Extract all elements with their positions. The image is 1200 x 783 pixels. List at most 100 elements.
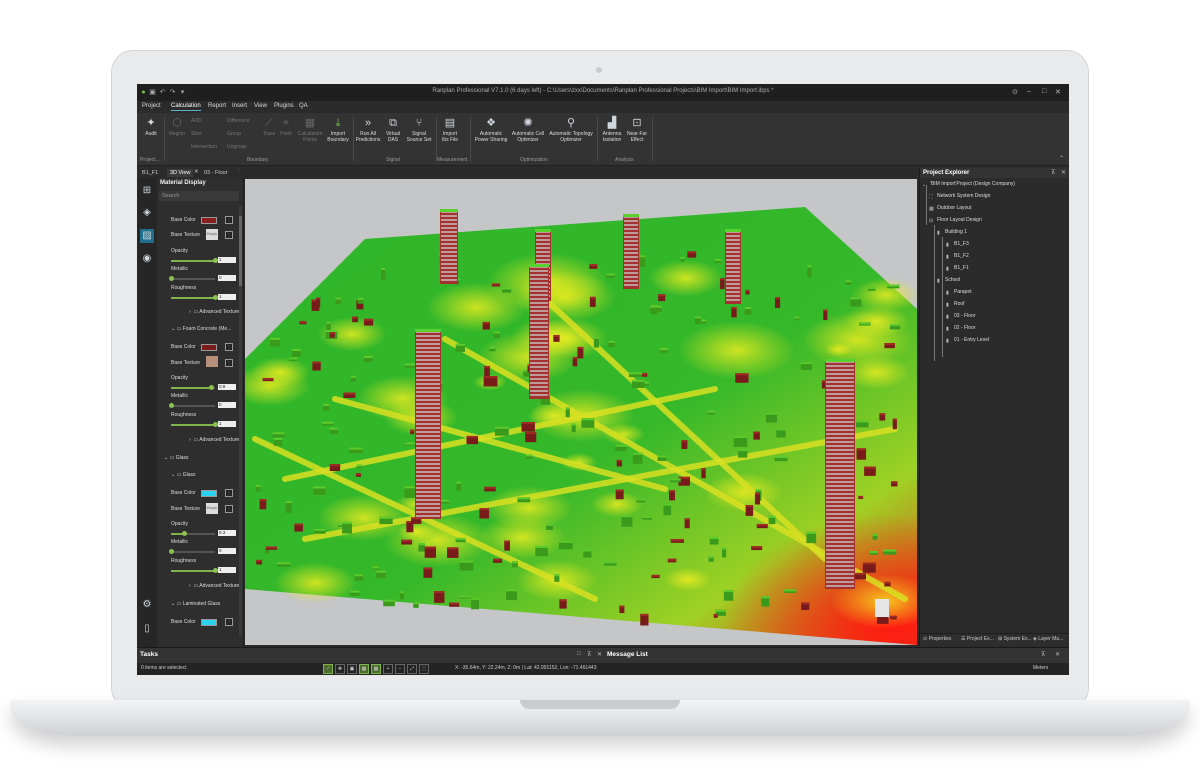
maximize-button[interactable]: □	[1042, 88, 1046, 95]
material-folder-glass-item[interactable]: ⌄ ▭ Glass	[171, 472, 195, 478]
tree-node-network[interactable]: ⛶ Network System Design	[929, 193, 990, 200]
virtual-das-button[interactable]: ⧉ Virtual DAS	[383, 117, 403, 143]
pin-icon[interactable]: ⊼	[1051, 169, 1055, 176]
base-texture-thumbnail[interactable]: Empty	[206, 503, 218, 514]
metallic-value[interactable]: 0	[218, 548, 236, 554]
roughness-value[interactable]: 1	[218, 421, 236, 427]
slider-knob[interactable]	[208, 385, 214, 390]
tasks-pin-icon[interactable]: ⊼	[587, 651, 591, 658]
tab-project-explorer[interactable]: ☰ Project Ex...	[961, 636, 994, 642]
base-texture-thumbnail[interactable]	[206, 356, 218, 367]
tree-node-floor-layout[interactable]: ⊟ Floor Layout Design	[929, 217, 982, 224]
material-search-input[interactable]: Search	[159, 191, 239, 201]
help-icon[interactable]: ⊙	[1012, 88, 1018, 96]
slider-knob[interactable]	[169, 276, 174, 281]
scroll-thumb[interactable]	[239, 216, 242, 286]
material-folder-laminated-glass[interactable]: ⌄ ▭ Laminated Glass	[171, 601, 220, 607]
slider-knob[interactable]	[182, 531, 188, 536]
metallic-value[interactable]: 0	[218, 402, 236, 408]
tab-properties[interactable]: ⊙ Properties	[923, 636, 951, 642]
menu-report[interactable]: Report	[208, 103, 226, 109]
audit-button[interactable]: ✦ Audit	[141, 117, 161, 137]
document-icon[interactable]: ▯	[140, 622, 154, 636]
base-color-swatch[interactable]	[201, 490, 217, 497]
ortho-icon[interactable]: ▩	[371, 664, 381, 674]
units-indicator[interactable]: Meters	[1033, 665, 1048, 671]
opacity-slider[interactable]	[171, 258, 218, 263]
color-picker-icon[interactable]: ⋮	[225, 618, 233, 626]
material-display-icon[interactable]: ▨	[140, 229, 154, 243]
panel-scrollbar[interactable]	[239, 206, 242, 636]
settings-gear-icon[interactable]: ⚙	[140, 598, 154, 612]
difference-button[interactable]: Difference	[227, 118, 257, 124]
opacity-slider[interactable]	[171, 385, 215, 390]
automatic-cell-optimizer-button[interactable]: ✺ Automatic Cell Optimizer	[510, 117, 546, 143]
advanced-texture-toggle[interactable]: › ▭ Advanced Texture	[189, 309, 239, 315]
texture-picker-icon[interactable]: ⋮	[225, 359, 233, 367]
signal-antenna-icon[interactable]: ◉	[140, 252, 154, 266]
explorer-close-icon[interactable]: ✕	[1061, 169, 1066, 176]
snap-icon[interactable]: ▣	[347, 664, 357, 674]
add-button[interactable]: ADD	[191, 118, 211, 124]
menu-calculation[interactable]: Calculation	[171, 103, 201, 111]
metallic-slider[interactable]	[169, 276, 215, 281]
roughness-slider[interactable]	[171, 568, 218, 573]
advanced-texture-toggle[interactable]: › ▭ Advanced Texture	[189, 437, 239, 443]
material-folder-foam-concrete[interactable]: ⌄ ▭ Foam Concrete (Me...	[171, 326, 231, 332]
tree-node-school[interactable]: ▮ School	[937, 277, 960, 284]
tab-b1-f1[interactable]: B1_F1	[139, 169, 161, 177]
tree-node-b1-f3[interactable]: ▮ B1_F3	[946, 241, 969, 248]
zoom-fit-icon[interactable]: ⤢	[407, 664, 417, 674]
base-color-swatch[interactable]	[201, 217, 217, 224]
near-far-effect-button[interactable]: ⊡ Near-Far Effect	[626, 117, 648, 143]
slider-knob[interactable]	[169, 549, 174, 554]
tab-03-floor[interactable]: 03 - Floor	[201, 169, 231, 177]
point-button[interactable]: ⌖ Point	[278, 117, 294, 137]
tree-node-b1-f1[interactable]: ▮ B1_F1	[946, 265, 969, 272]
tree-node-parapet[interactable]: ▮ Parapet	[946, 289, 972, 296]
close-button[interactable]: ✕	[1055, 88, 1061, 96]
hierarchy-icon[interactable]: ⊞	[140, 184, 154, 198]
menu-insert[interactable]: Insert	[232, 103, 247, 109]
message-list-title[interactable]: Message List	[607, 651, 648, 658]
tab-system-explorer[interactable]: ⊞ System Ex...	[998, 636, 1032, 642]
3d-viewport[interactable]	[245, 179, 917, 645]
tree-node-outdoor[interactable]: ▦ Outdoor Layout	[929, 205, 971, 212]
run-all-predictions-button[interactable]: » Run All Predictions	[355, 117, 381, 143]
ribbon-collapse-icon[interactable]: ⌃	[1059, 155, 1064, 162]
signal-source-set-button[interactable]: ⑂ Signal Source Set	[405, 117, 433, 143]
tab-overflow-icon[interactable]: ⋮	[236, 169, 242, 175]
tree-node-03-floor[interactable]: ▮ 03 - Floor	[946, 313, 975, 320]
import-boundary-button[interactable]: ⤓ Import Boundary	[325, 117, 351, 143]
color-picker-icon[interactable]: ⋮	[225, 343, 233, 351]
layers-icon[interactable]: ◈	[140, 206, 154, 220]
pan-icon[interactable]: ✥	[335, 664, 345, 674]
opacity-slider[interactable]	[171, 531, 215, 536]
zoom-out-icon[interactable]: −	[395, 664, 405, 674]
import-ibs-file-button[interactable]: ▤ Import Ibs File	[439, 117, 461, 143]
menu-plugins[interactable]: Plugins	[274, 103, 294, 109]
automatic-power-sharing-button[interactable]: ❖ Automatic Power Sharing	[474, 117, 508, 143]
roughness-slider[interactable]	[171, 295, 218, 300]
automatic-topology-optimizer-button[interactable]: ⚲ Automatic Topology Optimizer	[548, 117, 594, 143]
messages-pin-icon[interactable]: ⊼	[1041, 651, 1045, 658]
tree-node-building-1[interactable]: ▮ Building 1	[937, 229, 967, 236]
metallic-slider[interactable]	[169, 403, 215, 408]
tasks-restore-icon[interactable]: □	[577, 651, 581, 657]
select-mode-icon[interactable]: ⟋	[323, 664, 333, 674]
slider-knob[interactable]	[169, 403, 174, 408]
tab-close-icon[interactable]: ✕	[194, 169, 199, 175]
color-picker-icon[interactable]: ⋮	[225, 489, 233, 497]
minimize-button[interactable]: –	[1027, 88, 1031, 95]
antenna-isolation-button[interactable]: ▟ Antenna Isolation	[600, 117, 624, 143]
group-button[interactable]: Group	[227, 131, 251, 137]
tree-node-02-floor[interactable]: ▮ 02 - Floor	[946, 325, 975, 332]
metallic-slider[interactable]	[169, 549, 215, 554]
opacity-value[interactable]: 0.3	[218, 530, 236, 536]
grid-icon[interactable]: ▦	[359, 664, 369, 674]
base-color-swatch[interactable]	[201, 344, 217, 351]
zoom-window-icon[interactable]: ⬚	[419, 664, 429, 674]
menu-view[interactable]: View	[254, 103, 267, 109]
advanced-texture-toggle[interactable]: › ▭ Advanced Texture	[189, 583, 239, 589]
roughness-value[interactable]: 1	[218, 294, 236, 300]
